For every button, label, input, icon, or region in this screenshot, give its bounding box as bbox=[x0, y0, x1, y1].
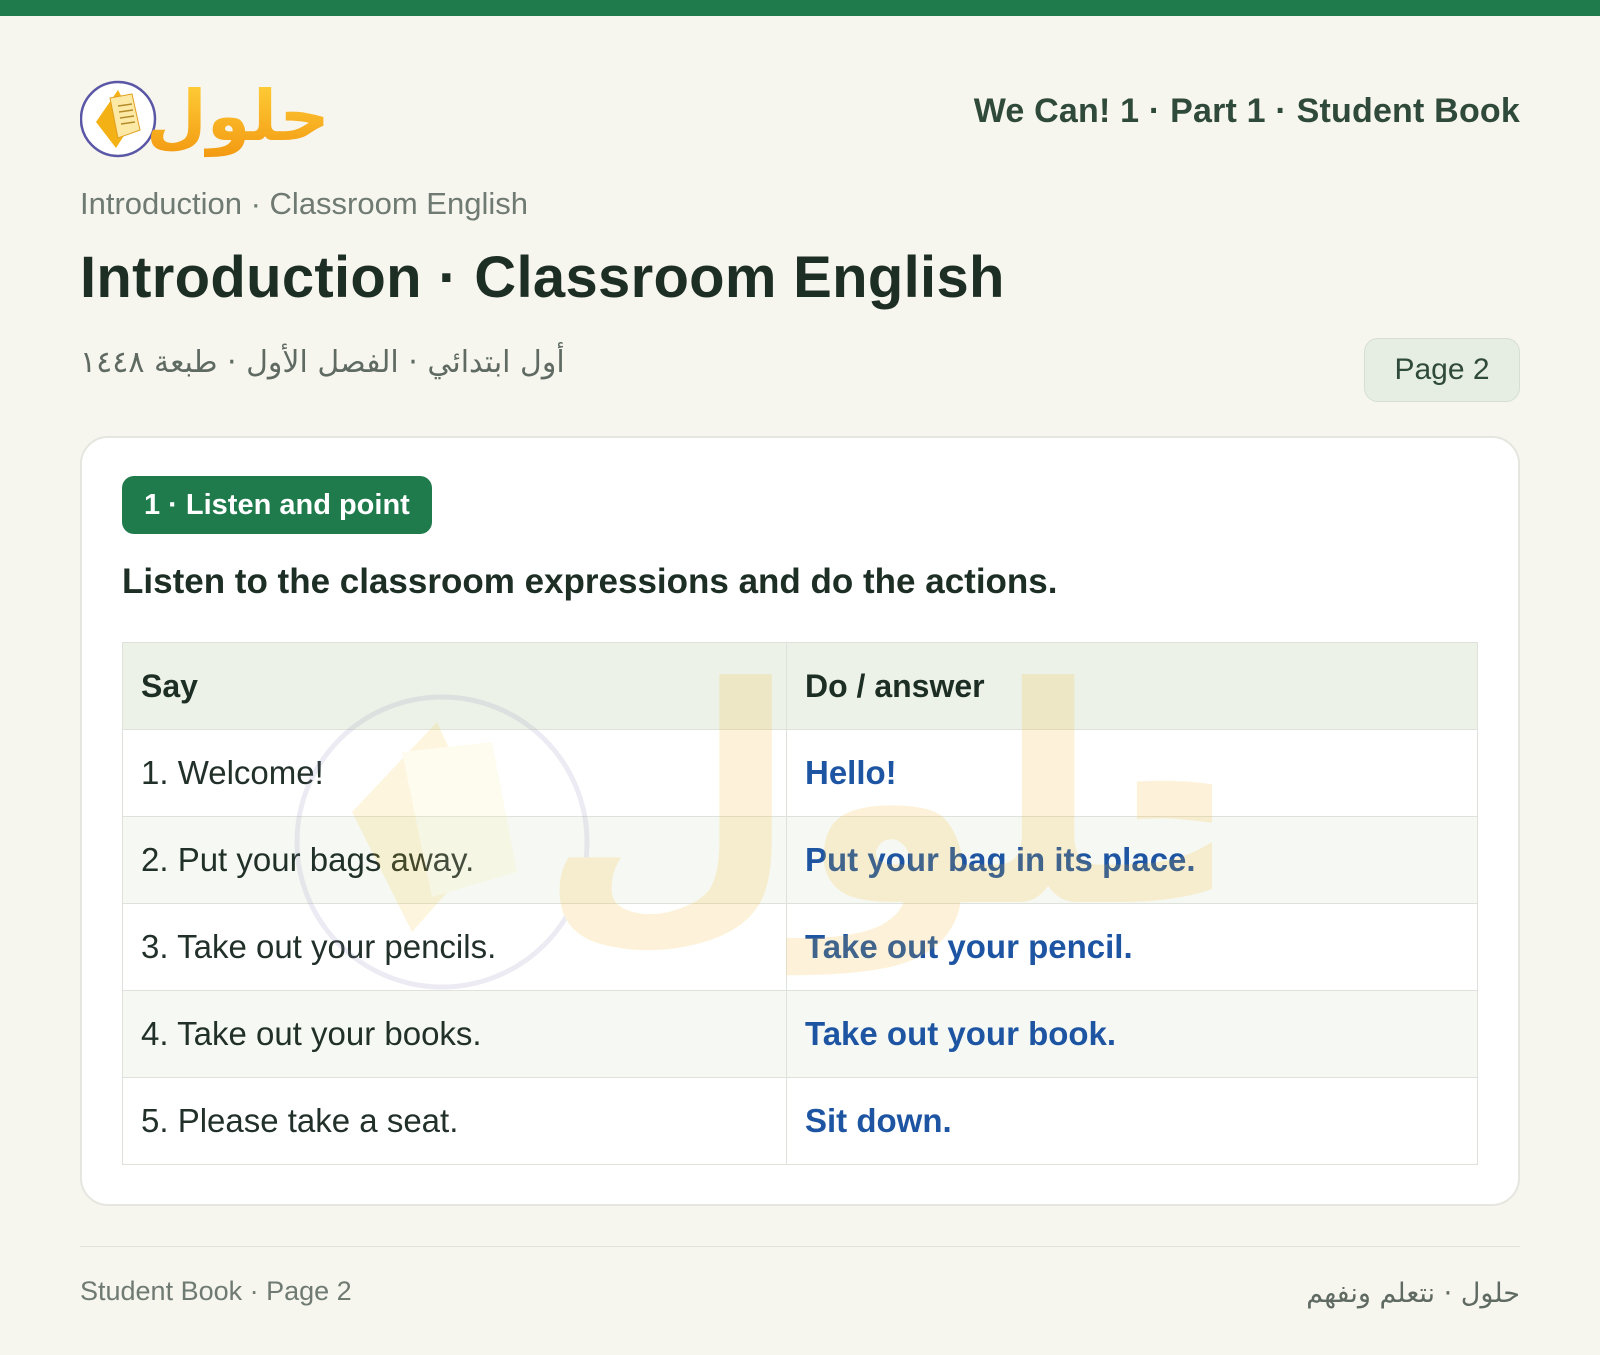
say-cell: 2. Put your bags away. bbox=[122, 816, 787, 904]
page-number-badge: Page 2 bbox=[1364, 338, 1520, 402]
top-accent-bar bbox=[0, 0, 1600, 16]
table-row: 5. Please take a seat. Sit down. bbox=[122, 1077, 1478, 1165]
section-label: 1 · Listen and point bbox=[122, 476, 432, 534]
column-header-answer: Do / answer bbox=[786, 642, 1478, 730]
answer-cell: Put your bag in its place. bbox=[786, 816, 1478, 904]
table-row: 3. Take out your pencils. Take out your … bbox=[122, 903, 1478, 991]
table-row: 4. Take out your books. Take out your bo… bbox=[122, 990, 1478, 1078]
answer-cell: Take out your book. bbox=[786, 990, 1478, 1078]
say-cell: 4. Take out your books. bbox=[122, 990, 787, 1078]
expressions-table: Say Do / answer 1. Welcome! Hello! 2. Pu… bbox=[122, 642, 1478, 1165]
answer-cell: Take out your pencil. bbox=[786, 903, 1478, 991]
table-row: 1. Welcome! Hello! bbox=[122, 729, 1478, 817]
book-title: We Can! 1 · Part 1 · Student Book bbox=[973, 92, 1520, 130]
breadcrumb: Introduction · Classroom English bbox=[80, 186, 528, 221]
answer-cell: Hello! bbox=[786, 729, 1478, 817]
answer-cell: Sit down. bbox=[786, 1077, 1478, 1165]
expressions-table-container: حلول Say Do / answer 1. Welcome! Hello! … bbox=[122, 642, 1478, 1168]
column-header-say: Say bbox=[122, 642, 787, 730]
table-row: 2. Put your bags away. Put your bag in i… bbox=[122, 816, 1478, 904]
page-header: حلول We Can! 1 · Part 1 · Student Book bbox=[80, 64, 1520, 164]
hulool-logo[interactable]: حلول bbox=[80, 64, 330, 164]
say-cell: 3. Take out your pencils. bbox=[122, 903, 787, 991]
logo-text: حلول bbox=[146, 75, 330, 157]
footer-page-label: Student Book · Page 2 bbox=[80, 1276, 352, 1306]
footer-divider bbox=[80, 1246, 1520, 1247]
grade-term-edition: أول ابتدائي · الفصل الأول · طبعة ١٤٤٨ bbox=[80, 345, 565, 380]
say-cell: 5. Please take a seat. bbox=[122, 1077, 787, 1165]
say-cell: 1. Welcome! bbox=[122, 729, 787, 817]
page-title: Introduction · Classroom English bbox=[80, 245, 1005, 310]
exercise-card: 1 · Listen and point Listen to the class… bbox=[80, 436, 1520, 1206]
instruction-text: Listen to the classroom expressions and … bbox=[122, 562, 1058, 601]
table-header-row: Say Do / answer bbox=[122, 642, 1478, 730]
footer-brand-tagline: حلول · نتعلم ونفهم bbox=[1306, 1278, 1520, 1309]
